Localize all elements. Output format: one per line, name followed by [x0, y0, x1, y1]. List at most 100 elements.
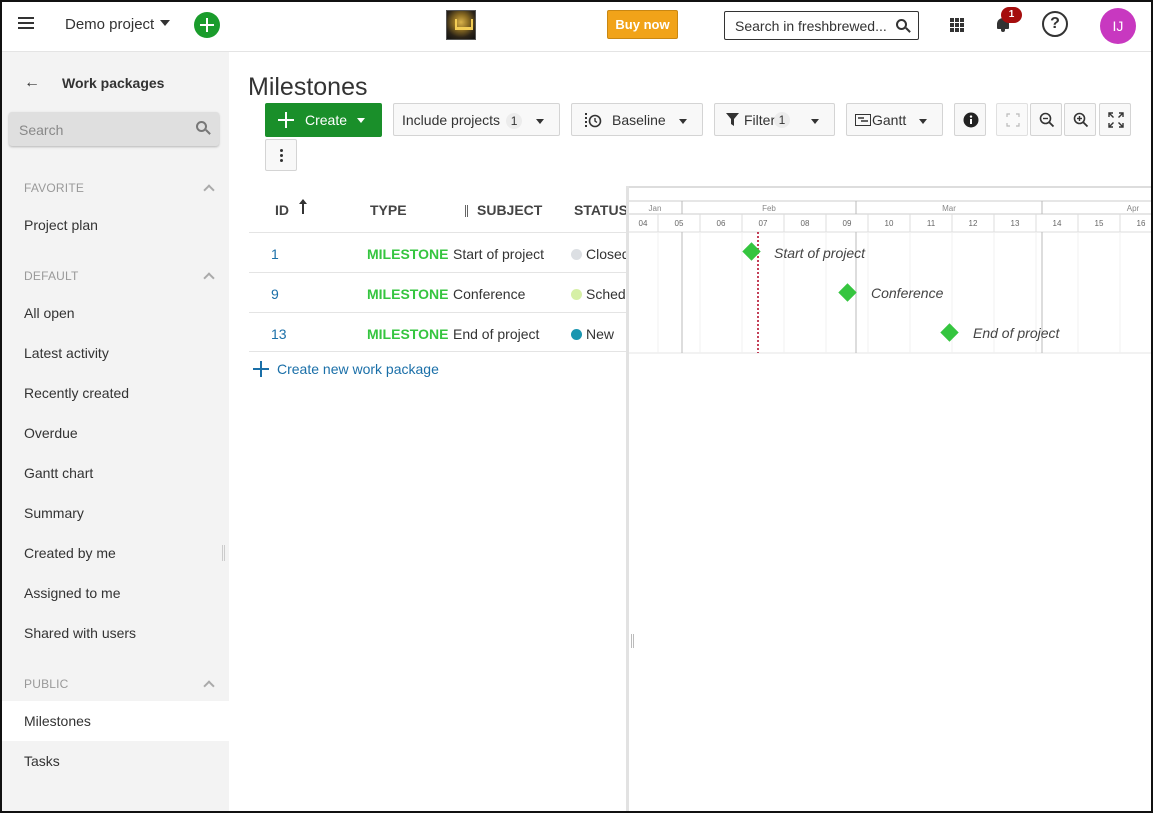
section-public: PUBLIC: [24, 677, 69, 691]
row-status[interactable]: New: [571, 326, 626, 342]
filter-button[interactable]: Filter 1: [714, 103, 835, 136]
sidebar-title: Work packages: [62, 75, 165, 91]
table-row[interactable]: 1 MILESTONE Start of project Closed: [249, 232, 626, 272]
buy-now-button[interactable]: Buy now: [607, 10, 678, 39]
fullscreen-button[interactable]: [1099, 103, 1131, 136]
gantt-week-label: 15: [1095, 219, 1104, 228]
sidebar-search-input[interactable]: Search: [9, 112, 219, 146]
baseline-button[interactable]: Baseline: [571, 103, 703, 136]
top-header: Demo project Buy now Search in freshbrew…: [0, 0, 1153, 52]
quick-add-button[interactable]: [194, 12, 220, 38]
row-id[interactable]: 1: [271, 246, 279, 262]
status-dot: [571, 289, 582, 300]
column-resize-handle[interactable]: [465, 205, 468, 217]
row-subject[interactable]: End of project: [453, 326, 539, 342]
milestone-diamond[interactable]: [940, 323, 959, 342]
chevron-up-icon[interactable]: [203, 184, 215, 196]
zoom-in-icon: [1073, 112, 1089, 128]
details-button[interactable]: [954, 103, 986, 136]
baseline-label: Baseline: [612, 112, 666, 128]
column-header-id[interactable]: ID: [275, 202, 289, 218]
menu-icon[interactable]: [18, 17, 34, 31]
sidebar-item-overdue[interactable]: Overdue: [0, 413, 229, 453]
sidebar-item-recently-created[interactable]: Recently created: [0, 373, 229, 413]
row-status-label: Closed: [586, 246, 626, 262]
gantt-week-label: 08: [801, 219, 810, 228]
instance-logo[interactable]: [446, 10, 476, 40]
zoom-in-button[interactable]: [1064, 103, 1096, 136]
include-projects-button[interactable]: Include projects 1: [393, 103, 560, 136]
gantt-week-label: 06: [717, 219, 726, 228]
milestone-label: Start of project: [774, 245, 866, 261]
page-title: Milestones: [248, 73, 368, 101]
section-default: DEFAULT: [24, 269, 79, 283]
row-status-label: Scheduled: [586, 286, 626, 302]
row-status[interactable]: Scheduled: [571, 286, 626, 302]
milestone-label: End of project: [973, 325, 1060, 341]
caret-down-icon: [679, 119, 687, 124]
table-row[interactable]: 13 MILESTONE End of project New: [249, 312, 626, 352]
search-icon[interactable]: [896, 19, 907, 30]
gantt-week-label: 05: [675, 219, 684, 228]
row-id[interactable]: 9: [271, 286, 279, 302]
view-mode-button[interactable]: Gantt: [846, 103, 943, 136]
global-search-input[interactable]: Search in freshbrewed...: [724, 11, 919, 40]
help-icon[interactable]: ?: [1042, 11, 1068, 37]
filter-icon: [726, 113, 739, 126]
gantt-week-label: 12: [969, 219, 978, 228]
gantt-month-label: Feb: [762, 204, 776, 213]
sidebar-item-shared-with-users[interactable]: Shared with users: [0, 613, 229, 653]
zoom-out-button[interactable]: [1030, 103, 1062, 136]
row-status[interactable]: Closed: [571, 246, 626, 262]
chevron-up-icon[interactable]: [203, 680, 215, 692]
sidebar-item-summary[interactable]: Summary: [0, 493, 229, 533]
create-new-work-package-link[interactable]: Create new work package: [253, 361, 439, 377]
gantt-week-label: 13: [1011, 219, 1020, 228]
sidebar-item-created-by-me[interactable]: Created by me: [0, 533, 229, 573]
info-icon: [963, 112, 979, 128]
avatar[interactable]: IJ: [1100, 8, 1136, 44]
project-name: Demo project: [65, 16, 155, 33]
project-selector[interactable]: Demo project: [65, 16, 171, 33]
notification-badge[interactable]: 1: [1001, 7, 1022, 23]
status-dot: [571, 249, 582, 260]
gantt-month-label: Mar: [942, 204, 956, 213]
milestone-label: Conference: [871, 285, 944, 301]
sidebar-item-latest-activity[interactable]: Latest activity: [0, 333, 229, 373]
sidebar-item-all-open[interactable]: All open: [0, 293, 229, 333]
chevron-up-icon[interactable]: [203, 272, 215, 284]
sidebar-item-project-plan[interactable]: Project plan: [0, 205, 229, 245]
row-subject[interactable]: Start of project: [453, 246, 544, 262]
row-subject[interactable]: Conference: [453, 286, 525, 302]
sidebar-item-tasks[interactable]: Tasks: [0, 741, 229, 781]
more-actions-button[interactable]: [265, 139, 297, 171]
sidebar: ← Work packages Search FAVORITE Project …: [0, 52, 229, 813]
section-favorite: FAVORITE: [24, 181, 85, 195]
zoom-auto-button[interactable]: [996, 103, 1028, 136]
sidebar-item-assigned-to-me[interactable]: Assigned to me: [0, 573, 229, 613]
column-header-subject[interactable]: SUBJECT: [477, 202, 542, 218]
gantt-week-label: 09: [843, 219, 852, 228]
sort-ascending-icon[interactable]: [299, 199, 307, 214]
baseline-icon: [585, 113, 602, 128]
gantt-svg: Jan Feb Mar Apr 04 05 06 07 08 09 10 11 …: [629, 186, 1151, 354]
sidebar-resize-handle[interactable]: [222, 545, 225, 561]
gantt-week-label: 14: [1053, 219, 1062, 228]
create-button[interactable]: Create: [265, 103, 382, 137]
view-mode-label: Gantt: [872, 112, 907, 128]
apps-grid-icon[interactable]: [950, 18, 964, 32]
arrow-left-icon[interactable]: ←: [24, 74, 40, 92]
status-dot: [571, 329, 582, 340]
filter-count: 1: [774, 112, 790, 128]
sidebar-item-gantt-chart[interactable]: Gantt chart: [0, 453, 229, 493]
gantt-week-label: 10: [885, 219, 894, 228]
milestone-diamond[interactable]: [838, 283, 857, 302]
include-projects-label: Include projects: [402, 112, 501, 128]
column-header-type[interactable]: TYPE: [370, 202, 407, 218]
gantt-week-label: 11: [927, 219, 936, 228]
row-id[interactable]: 13: [271, 326, 287, 342]
sidebar-item-milestones[interactable]: Milestones: [0, 701, 229, 741]
caret-down-icon: [536, 119, 544, 124]
column-header-status[interactable]: STATUS: [574, 202, 628, 218]
table-row[interactable]: 9 MILESTONE Conference Scheduled: [249, 272, 626, 312]
